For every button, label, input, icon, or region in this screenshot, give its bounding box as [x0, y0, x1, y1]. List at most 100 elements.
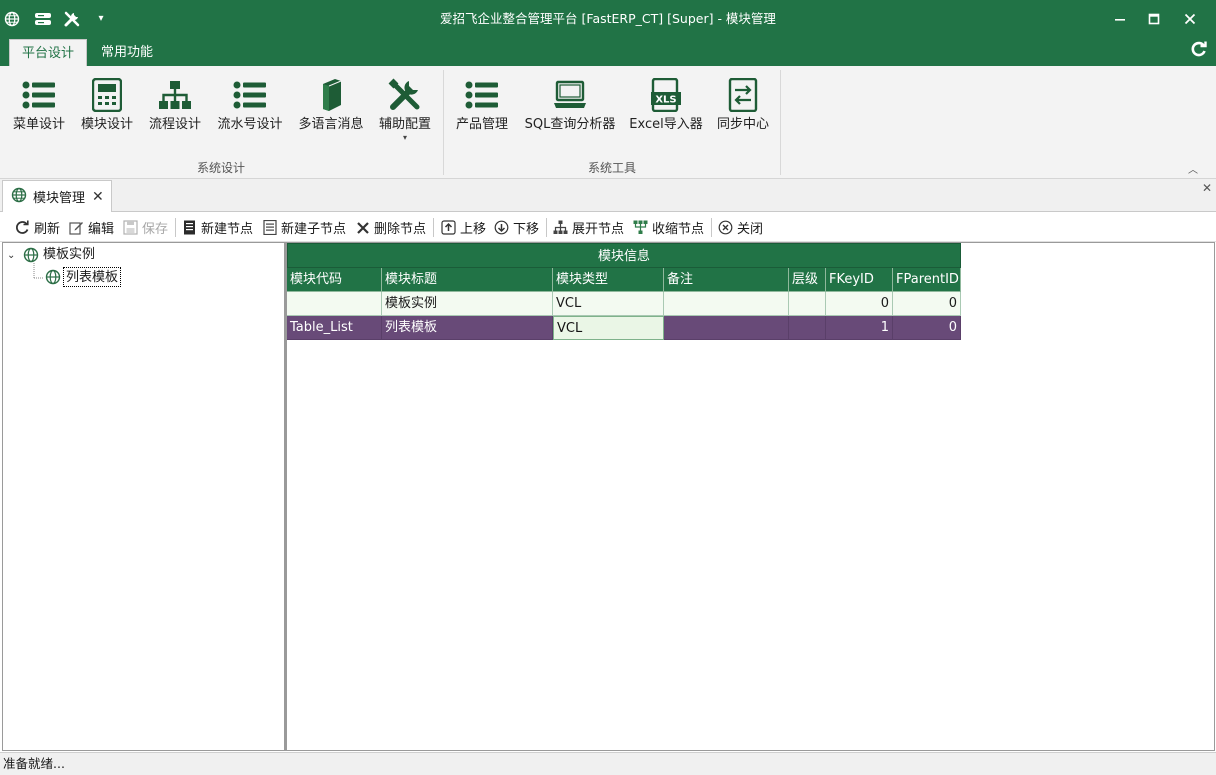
calculator-icon: [78, 74, 136, 116]
column-header[interactable]: 模块标题: [382, 268, 553, 292]
ribbon-tabs: 平台设计 常用功能: [0, 37, 1216, 66]
module-tree[interactable]: ⌄ 模板实例 列表模板: [2, 242, 285, 751]
tree-node-label-selected: 列表模板: [63, 267, 122, 287]
toolbar-separator: [546, 218, 547, 237]
minimize-button[interactable]: [1102, 0, 1138, 37]
table-cell-focused[interactable]: VCL: [553, 316, 664, 340]
table-cell[interactable]: 0: [826, 292, 893, 316]
xls-icon: XLS: [628, 74, 704, 116]
window-title: 爱招飞企业整合管理平台 [FastERP_CT] [Super] - 模块管理: [440, 11, 776, 26]
table-cell[interactable]: [664, 316, 789, 340]
group-label-system-tools: 系统工具: [587, 161, 636, 175]
toolbar: 刷新 编辑 保存 新建节点 新建子节点 删除节点 上移 下移 展开节点 收缩节点: [0, 213, 1216, 242]
save-button[interactable]: 保存: [122, 213, 168, 242]
table-cell[interactable]: [789, 316, 826, 340]
tools-icon[interactable]: [62, 0, 82, 37]
refresh-button[interactable]: 刷新: [14, 213, 60, 242]
chevron-down-icon[interactable]: ⌄: [7, 250, 21, 261]
toolbar-separator: [175, 218, 176, 237]
tree-node-root[interactable]: ⌄ 模板实例: [7, 245, 97, 265]
chevron-down-icon[interactable]: ▾: [94, 0, 108, 37]
table-cell[interactable]: 模板实例: [382, 292, 553, 316]
ribbon-panel: 菜单设计 模块设计 流程设计 流水号设计 多语言消息 辅助配置 ▾ 系统设计 产…: [0, 66, 1216, 179]
flow-design-button[interactable]: 流程设计: [146, 74, 204, 150]
table-cell[interactable]: 0: [893, 316, 961, 340]
list-icon: [452, 74, 512, 116]
maximize-button[interactable]: [1136, 0, 1172, 37]
close-circle-icon: [717, 219, 734, 236]
module-design-button[interactable]: 模块设计: [78, 74, 136, 150]
globe-icon: [43, 269, 63, 285]
sync-center-button[interactable]: 同步中心: [712, 74, 774, 150]
database-icon[interactable]: [33, 0, 53, 37]
svg-text:XLS: XLS: [655, 95, 676, 106]
table-cell[interactable]: Table_List: [287, 316, 382, 340]
refresh-icon: [14, 219, 31, 236]
new-node-button[interactable]: 新建节点: [181, 213, 253, 242]
tree-expand-icon: [552, 219, 569, 236]
column-header[interactable]: 模块类型: [553, 268, 664, 292]
tab-platform-design[interactable]: 平台设计: [9, 39, 88, 66]
doc-tab-module-management[interactable]: 模块管理 ✕: [2, 180, 112, 212]
table-cell[interactable]: [287, 292, 382, 316]
sql-analyzer-button[interactable]: SQL查询分析器: [522, 74, 618, 150]
sync-icon: [712, 74, 774, 116]
table-cell[interactable]: 列表模板: [382, 316, 553, 340]
tab-common-functions[interactable]: 常用功能: [89, 39, 165, 66]
refresh-icon[interactable]: [1190, 40, 1210, 60]
close-window-button[interactable]: [1172, 0, 1208, 37]
expand-nodes-button[interactable]: 展开节点: [552, 213, 624, 242]
table-cell[interactable]: 1: [826, 316, 893, 340]
globe-icon: [21, 247, 41, 263]
list-icon: [10, 74, 68, 116]
chevron-down-icon: ▾: [402, 133, 407, 142]
move-down-button[interactable]: 下移: [493, 213, 539, 242]
globe-icon[interactable]: [3, 0, 21, 37]
column-header[interactable]: FParentID: [893, 268, 961, 292]
tree-collapse-icon: [632, 219, 649, 236]
tree-node-child[interactable]: 列表模板: [43, 267, 122, 287]
status-bar: 准备就绪...: [0, 752, 1216, 775]
delete-icon: [354, 219, 371, 236]
tree-node-label: 模板实例: [43, 247, 96, 262]
aux-config-button[interactable]: 辅助配置 ▾: [376, 74, 434, 150]
serial-number-design-button[interactable]: 流水号设计: [214, 74, 286, 150]
column-header[interactable]: 备注: [664, 268, 789, 292]
column-header[interactable]: FKeyID: [826, 268, 893, 292]
delete-node-button[interactable]: 删除节点: [354, 213, 426, 242]
document-tab-strip: 模块管理 ✕: [0, 179, 1216, 212]
arrow-down-icon: [493, 219, 510, 236]
edit-icon: [68, 219, 85, 236]
save-icon: [122, 219, 139, 236]
table-cell[interactable]: [789, 292, 826, 316]
doc-tab-label: 模块管理: [33, 191, 86, 206]
new-child-node-button[interactable]: 新建子节点: [261, 213, 346, 242]
column-header[interactable]: 模块代码: [287, 268, 382, 292]
edit-button[interactable]: 编辑: [68, 213, 114, 242]
menu-design-button[interactable]: 菜单设计: [10, 74, 68, 150]
move-up-button[interactable]: 上移: [440, 213, 486, 242]
document-icon: [181, 219, 198, 236]
close-icon[interactable]: ✕: [92, 189, 104, 205]
close-icon[interactable]: ✕: [1202, 181, 1212, 195]
column-header[interactable]: 层级: [789, 268, 826, 292]
tools-icon: [376, 74, 434, 116]
table-cell[interactable]: VCL: [553, 292, 664, 316]
arrow-up-icon: [440, 219, 457, 236]
collapse-nodes-button[interactable]: 收缩节点: [632, 213, 704, 242]
toolbar-separator: [433, 218, 434, 237]
table-cell[interactable]: 0: [893, 292, 961, 316]
list-icon: [214, 74, 286, 116]
laptop-icon: [522, 74, 618, 116]
table-cell[interactable]: [664, 292, 789, 316]
group-label-system-design: 系统设计: [196, 161, 245, 175]
toolbar-separator: [711, 218, 712, 237]
multi-language-button[interactable]: 多语言消息: [296, 74, 366, 150]
close-button[interactable]: 关闭: [717, 213, 763, 242]
title-bar: ▾ 爱招飞企业整合管理平台 [FastERP_CT] [Super] - 模块管…: [0, 0, 1216, 37]
collapse-ribbon-icon[interactable]: ︿: [1188, 161, 1198, 176]
product-management-button[interactable]: 产品管理: [452, 74, 512, 150]
excel-importer-button[interactable]: XLS Excel导入器: [628, 74, 704, 150]
globe-icon: [11, 187, 27, 207]
document-lines-icon: [261, 219, 278, 236]
